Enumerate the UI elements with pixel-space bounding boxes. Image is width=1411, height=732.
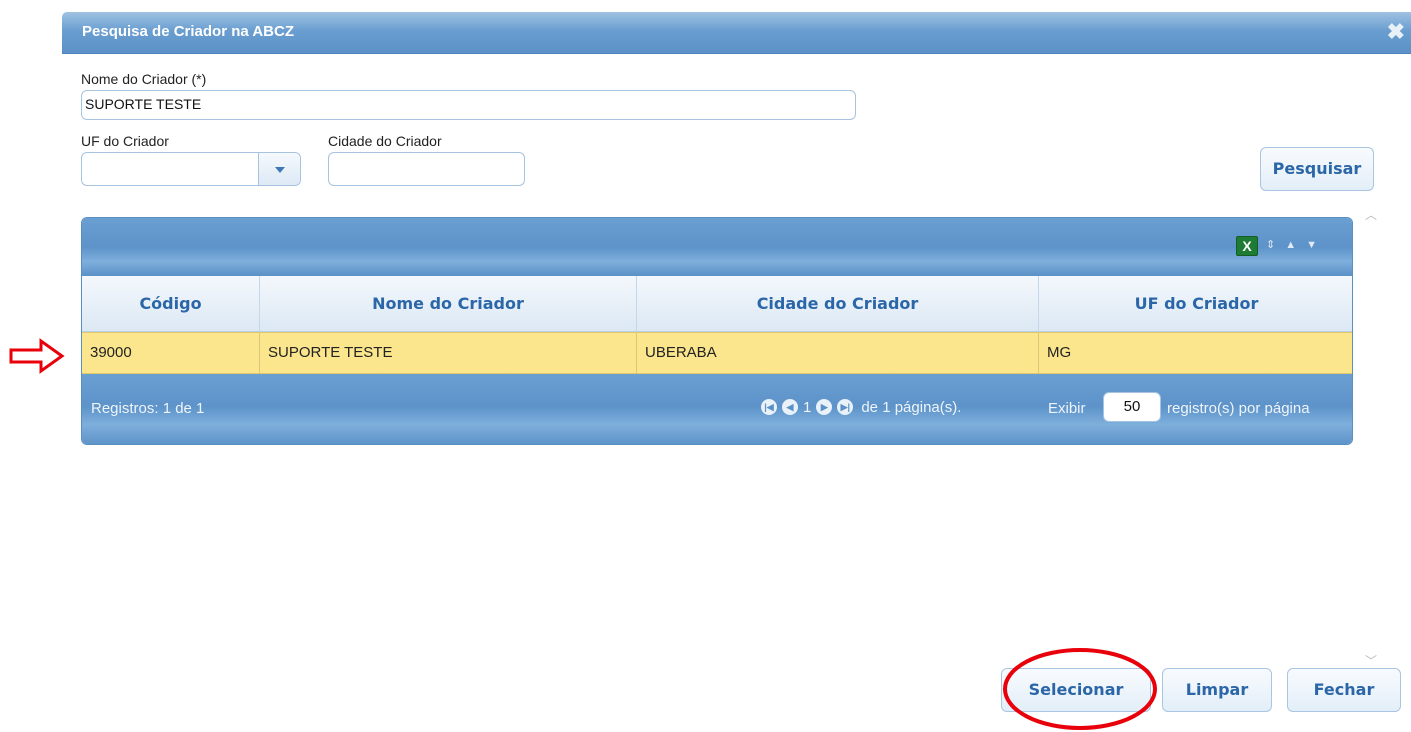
column-header-uf[interactable]: UF do Criador <box>1039 276 1352 331</box>
cidade-criador-input[interactable] <box>328 152 525 186</box>
grid-toolbar: X ⇕ ▲ ▼ <box>82 218 1352 276</box>
previous-page-icon[interactable]: ◀ <box>782 399 798 416</box>
column-header-nome[interactable]: Nome do Criador <box>260 276 637 331</box>
per-page-label: registro(s) por página <box>1167 400 1310 417</box>
scroll-down-icon[interactable]: ﹀ <box>1365 652 1377 668</box>
show-label: Exibir <box>1048 400 1086 417</box>
nome-criador-input[interactable]: SUPORTE TESTE <box>81 90 856 120</box>
cidade-criador-label: Cidade do Criador <box>328 133 442 149</box>
excel-export-icon[interactable]: X <box>1236 236 1258 256</box>
cell-nome: SUPORTE TESTE <box>260 333 637 373</box>
cell-codigo: 39000 <box>82 333 260 373</box>
table-row[interactable]: 39000 SUPORTE TESTE UBERABA MG <box>82 332 1352 374</box>
records-count: Registros: 1 de 1 <box>91 400 205 417</box>
grid-pager: Registros: 1 de 1 |◀ ◀ 1 ▶ ▶| de 1 página(s).… <box>82 374 1352 444</box>
vertical-scrollbar[interactable]: ︿ ﹀ <box>1361 202 1381 668</box>
dialog-title-bar[interactable]: Pesquisa de Criador na ABCZ ✖ <box>62 12 1411 54</box>
column-header-cidade[interactable]: Cidade do Criador <box>637 276 1039 331</box>
pager-navigation: |◀ ◀ 1 ▶ ▶| de 1 página(s). <box>761 398 961 416</box>
last-page-icon[interactable]: ▶| <box>837 399 854 416</box>
page-size-input[interactable]: 50 <box>1103 392 1161 422</box>
clear-button[interactable]: Limpar <box>1162 668 1272 712</box>
search-dialog: Pesquisa de Criador na ABCZ ✖ Nome do Cr… <box>62 12 1411 718</box>
dialog-title: Pesquisa de Criador na ABCZ <box>82 23 294 40</box>
move-up-icon[interactable]: ▲ <box>1285 239 1296 251</box>
chevron-down-icon[interactable] <box>258 153 300 185</box>
column-header-codigo[interactable]: Código <box>82 276 260 331</box>
close-button[interactable]: Fechar <box>1287 668 1401 712</box>
current-page[interactable]: 1 <box>803 399 811 416</box>
total-pages: de 1 página(s). <box>861 398 962 416</box>
cell-cidade: UBERABA <box>637 333 1039 373</box>
grid-header-row: Código Nome do Criador Cidade do Criador… <box>82 276 1352 332</box>
arrow-annotation-icon <box>9 338 65 374</box>
results-grid: X ⇕ ▲ ▼ Código Nome do Criador Cidade do C… <box>81 217 1353 445</box>
search-button[interactable]: Pesquisar <box>1260 147 1374 191</box>
sort-icon[interactable]: ⇕ <box>1266 239 1275 251</box>
scroll-up-icon[interactable]: ︿ <box>1365 206 1377 222</box>
first-page-icon[interactable]: |◀ <box>761 399 777 416</box>
close-icon[interactable]: ✖ <box>1387 21 1405 43</box>
move-down-icon[interactable]: ▼ <box>1306 239 1317 251</box>
uf-criador-select[interactable] <box>81 152 301 186</box>
next-page-icon[interactable]: ▶ <box>816 399 833 416</box>
nome-criador-label: Nome do Criador (*) <box>81 71 207 87</box>
uf-criador-label: UF do Criador <box>81 133 169 149</box>
grid-sort-controls: ⇕ ▲ ▼ <box>1266 238 1327 251</box>
circle-annotation-icon <box>1003 648 1157 730</box>
cell-uf: MG <box>1047 344 1072 361</box>
